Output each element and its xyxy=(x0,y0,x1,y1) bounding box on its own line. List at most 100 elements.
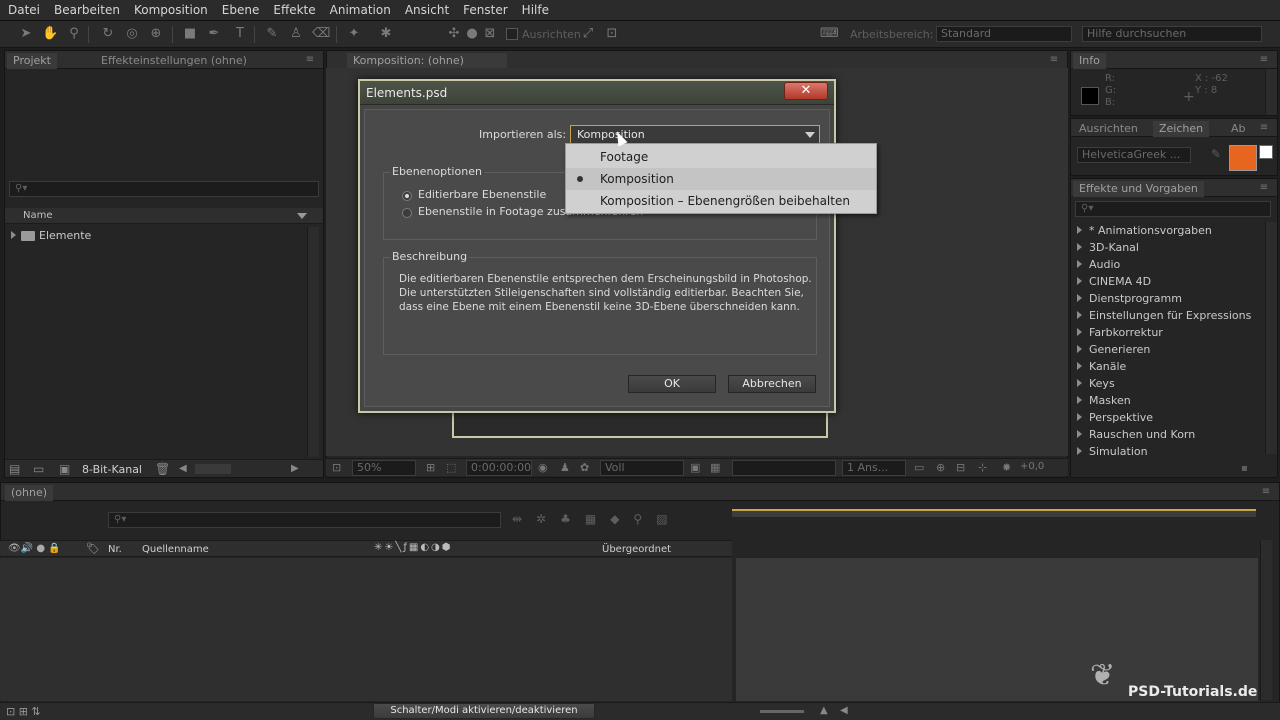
bit-depth-label[interactable]: 8-Bit-Kanal xyxy=(82,463,142,476)
expand-triangle-icon[interactable] xyxy=(1077,311,1082,319)
zoom-tool-icon[interactable]: ⚲ xyxy=(66,26,82,42)
puppet-tool-icon[interactable]: ✱ xyxy=(378,26,394,42)
effects-category-item[interactable]: CINEMA 4D xyxy=(1071,273,1259,290)
eyedropper-icon[interactable]: ✎ xyxy=(1211,147,1221,161)
work-area-bar[interactable] xyxy=(732,509,1256,517)
effects-category-item[interactable]: Farbkorrektur xyxy=(1071,324,1259,341)
effects-category-item[interactable]: Perspektive xyxy=(1071,409,1259,426)
project-scrollbar[interactable] xyxy=(307,227,319,457)
workspace-select[interactable]: Standard xyxy=(936,26,1072,42)
effects-category-item[interactable]: Generieren xyxy=(1071,341,1259,358)
effects-category-item[interactable]: Einstellungen für Expressions xyxy=(1071,307,1259,324)
effects-category-item[interactable]: Simulation xyxy=(1071,443,1259,460)
world-axis-icon[interactable]: ● xyxy=(464,26,480,42)
new-folder-icon[interactable]: ▭ xyxy=(33,462,44,476)
option-komposition-layer-sizes[interactable]: Komposition – Ebenengrößen beibehalten xyxy=(566,190,876,212)
panel-menu-icon[interactable]: ≡ xyxy=(1257,55,1271,65)
cancel-button[interactable]: Abbrechen xyxy=(728,375,816,393)
expand-triangle-icon[interactable] xyxy=(1077,243,1082,251)
font-family-select[interactable]: HelveticaGreek ... xyxy=(1077,147,1191,163)
timeline-icon[interactable]: ⊟ xyxy=(956,461,965,474)
help-search-input[interactable]: Hilfe durchsuchen xyxy=(1082,26,1262,42)
effects-category-item[interactable]: Masken xyxy=(1071,392,1259,409)
new-comp-icon[interactable]: ▣ xyxy=(59,462,70,476)
effects-category-item[interactable]: 3D-Kanal xyxy=(1071,239,1259,256)
panel-menu-icon[interactable]: ≡ xyxy=(1257,123,1271,133)
show-snapshot-icon[interactable]: ♟ xyxy=(560,461,570,474)
scroll-left-icon[interactable]: ◀ xyxy=(840,705,848,716)
camera-tool-icon[interactable]: ◎ xyxy=(124,26,140,42)
tab-project[interactable]: Projekt xyxy=(7,53,57,69)
channel-icon[interactable]: ✿ xyxy=(580,461,589,474)
tab-timeline[interactable]: (ohne) xyxy=(5,485,54,501)
column-source-name[interactable]: Quellenname xyxy=(142,544,209,555)
view-axis-icon[interactable]: ⊠ xyxy=(482,26,498,42)
layer-switch-icons[interactable]: ✳☀╲ƒ▦◐◑⬢ xyxy=(374,542,453,553)
option-footage[interactable]: Footage xyxy=(566,146,876,168)
effects-category-item[interactable]: Keys xyxy=(1071,375,1259,392)
effects-category-item[interactable]: Rauschen und Korn xyxy=(1071,426,1259,443)
panel-menu-icon[interactable]: ≡ xyxy=(1047,55,1061,65)
align-checkbox[interactable] xyxy=(506,28,518,40)
pan-behind-tool-icon[interactable]: ⊕ xyxy=(148,26,164,42)
scroll-left-icon[interactable]: ◀ xyxy=(179,463,187,474)
exposure-value[interactable]: +0,0 xyxy=(1020,461,1044,472)
import-as-select[interactable]: Komposition xyxy=(570,125,820,145)
menu-bearbeiten[interactable]: Bearbeiten xyxy=(54,3,120,17)
tab-character[interactable]: Zeichen xyxy=(1153,121,1210,137)
axis-mode-icon[interactable]: ✣ xyxy=(446,26,462,42)
interpret-footage-icon[interactable]: ▤ xyxy=(9,462,20,476)
expand-triangle-icon[interactable] xyxy=(1077,379,1082,387)
expand-triangle-icon[interactable] xyxy=(1077,430,1082,438)
menu-effekte[interactable]: Effekte xyxy=(273,3,315,17)
scroll-right-icon[interactable]: ▶ xyxy=(291,463,299,474)
tab-effects-presets[interactable]: Effekte und Vorgaben xyxy=(1073,181,1204,197)
radio-editable-styles[interactable] xyxy=(402,191,412,201)
new-preset-icon[interactable]: ▪ xyxy=(1241,463,1248,474)
layer-list[interactable] xyxy=(0,558,732,701)
menu-animation[interactable]: Animation xyxy=(330,3,391,17)
menu-komposition[interactable]: Komposition xyxy=(134,3,208,17)
project-search-input[interactable]: ⚲▾ xyxy=(9,181,319,197)
trash-icon[interactable]: 🗑 xyxy=(155,462,170,476)
panel-menu-icon[interactable]: ≡ xyxy=(1259,487,1273,497)
clone-stamp-tool-icon[interactable]: ♙ xyxy=(288,26,304,42)
radio-editable-label[interactable]: Editierbare Ebenenstile xyxy=(418,188,546,201)
tab-info[interactable]: Info xyxy=(1073,53,1106,69)
always-preview-icon[interactable]: ⊡ xyxy=(332,461,341,474)
column-parent[interactable]: Übergeordnet xyxy=(602,544,671,555)
resolution-select[interactable]: Voll xyxy=(600,460,684,476)
tab-align[interactable]: Ausrichten xyxy=(1073,121,1144,137)
roi-icon[interactable]: ▣ xyxy=(690,461,700,474)
eraser-tool-icon[interactable]: ⌫ xyxy=(312,26,330,42)
rotate-tool-icon[interactable]: ↻ xyxy=(100,26,116,42)
roto-brush-tool-icon[interactable]: ✦ xyxy=(346,26,362,42)
transparency-grid-icon[interactable]: ▦ xyxy=(710,461,720,474)
effects-category-item[interactable]: Kanäle xyxy=(1071,358,1259,375)
views-select[interactable]: 1 Ans... xyxy=(842,460,906,476)
toggle-switches-modes-button[interactable]: Schalter/Modi aktivieren/deaktivieren xyxy=(373,703,595,719)
menu-hilfe[interactable]: Hilfe xyxy=(522,3,549,17)
snap-icon[interactable]: ⤢ xyxy=(580,26,596,42)
exposure-icon[interactable]: ✸ xyxy=(1002,461,1011,474)
column-name[interactable]: Name xyxy=(23,210,53,221)
tab-composition[interactable]: Komposition: (ohne) xyxy=(347,53,507,69)
hand-tool-icon[interactable]: ✋ xyxy=(42,26,58,42)
column-number[interactable]: Nr. xyxy=(108,544,122,555)
tab-effect-settings[interactable]: Effekteinstellungen (ohne) xyxy=(95,53,253,69)
expand-triangle-icon[interactable] xyxy=(1077,294,1082,302)
av-switch-icons[interactable]: 👁🔊 ● 🔒 xyxy=(8,543,61,554)
effects-category-item[interactable]: Dienstprogramm xyxy=(1071,290,1259,307)
rectangle-tool-icon[interactable]: ■ xyxy=(182,26,198,42)
timecode-field[interactable]: 0:00:00:00 xyxy=(466,460,532,476)
ok-button[interactable]: OK xyxy=(628,375,716,393)
fast-preview-icon[interactable]: ⊕ xyxy=(936,461,945,474)
pen-tool-icon[interactable]: ✒ xyxy=(206,26,222,42)
fill-color-swatch[interactable] xyxy=(1229,145,1257,171)
label-tag-icon[interactable]: 🏷 xyxy=(86,542,100,555)
expand-triangle-icon[interactable] xyxy=(1077,447,1082,455)
menu-ansicht[interactable]: Ansicht xyxy=(405,3,449,17)
expand-triangle-icon[interactable] xyxy=(1077,362,1082,370)
expand-triangle-icon[interactable] xyxy=(1077,328,1082,336)
effects-category-item[interactable]: * Animationsvorgaben xyxy=(1071,222,1259,239)
